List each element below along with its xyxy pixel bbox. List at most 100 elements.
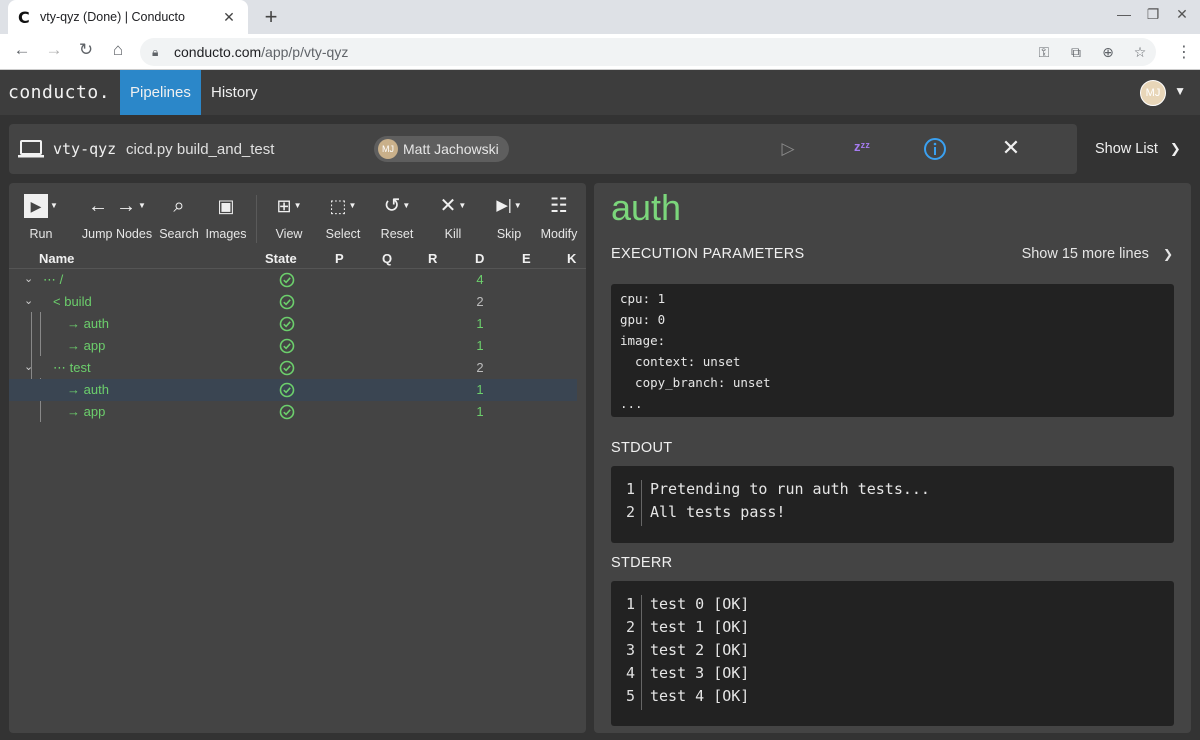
new-tab-icon[interactable]: + — [258, 4, 284, 30]
view-button[interactable]: ⊞ ▼ View — [267, 193, 311, 245]
nav-pipelines[interactable]: Pipelines — [120, 70, 201, 115]
col-q[interactable]: Q — [382, 251, 392, 266]
stderr-line: 4 test 3 [OK] — [625, 664, 750, 682]
reload-icon[interactable]: ↻ — [74, 40, 98, 60]
info-icon[interactable] — [923, 137, 947, 161]
tree-row-test-auth[interactable]: → auth 1 — [9, 379, 577, 401]
exec-params-title: EXECUTION PARAMETERS — [611, 246, 805, 262]
tree-row-test-app[interactable]: → app 1 — [9, 401, 577, 423]
serial-node-icon: ⋯ — [53, 360, 70, 375]
skip-button[interactable]: ▶| ▼ Skip — [487, 193, 531, 245]
exec-node-icon: → — [67, 404, 84, 419]
show-more-label: Show 15 more lines — [1021, 246, 1149, 262]
tree-row-build-auth[interactable]: → auth 1 — [9, 313, 577, 335]
back-icon[interactable]: ← — [10, 40, 34, 60]
pipeline-bar: vty-qyz cicd.py build_and_test MJ Matt J… — [9, 124, 1077, 174]
close-tab-icon[interactable]: ✕ — [220, 9, 238, 26]
open-external-icon[interactable]: ⧉ — [1060, 44, 1092, 61]
line-gutter — [641, 595, 642, 710]
tree-row-root[interactable]: ⌄ ⋯ / 4 — [9, 269, 577, 291]
sliders-icon: ☷ — [550, 195, 568, 217]
run-pipeline-icon[interactable]: ▷ — [773, 139, 803, 159]
pipeline-command: cicd.py build_and_test — [126, 141, 275, 158]
dropdown-caret-icon: ▼ — [50, 201, 58, 210]
nav-history[interactable]: History — [201, 70, 268, 115]
user-menu-caret-icon[interactable]: ▼ — [1174, 84, 1186, 98]
tree-row-test[interactable]: ⌄ ⋯ test 2 — [9, 357, 577, 379]
jump-back-icon: ← — [88, 195, 109, 217]
col-p[interactable]: P — [335, 251, 344, 266]
done-check-icon — [279, 382, 295, 398]
node-name: → auth — [67, 316, 109, 331]
jump-nodes-button[interactable]: ← → ▼ Jump Nodes — [77, 193, 157, 245]
dropdown-caret-icon: ▼ — [513, 201, 522, 210]
done-count: 1 — [476, 382, 484, 397]
home-icon[interactable]: ⌂ — [106, 40, 130, 60]
show-more-button[interactable]: Show 15 more lines ❯ — [1022, 246, 1173, 262]
col-state[interactable]: State — [265, 251, 297, 266]
collapse-chevron-icon[interactable]: ⌄ — [24, 360, 33, 373]
search-button[interactable]: ⌕ Search — [159, 193, 199, 245]
owner-name: Matt Jachowski — [403, 141, 499, 157]
show-list-label: Show List — [1095, 141, 1158, 157]
image-icon: ▣ — [217, 196, 235, 216]
forward-icon[interactable]: → — [42, 40, 66, 60]
col-name[interactable]: Name — [39, 251, 74, 266]
key-icon[interactable]: ⚿ — [1028, 44, 1060, 61]
modify-button[interactable]: ☷ Modify — [539, 193, 579, 245]
collapse-chevron-icon[interactable]: ⌄ — [24, 272, 33, 285]
show-list-button[interactable]: Show List ❯ — [1085, 124, 1200, 174]
param-line: cpu: 1 — [620, 291, 666, 306]
stdout-title: STDOUT — [611, 440, 673, 456]
address-bar[interactable]: 🔒︎ conducto.com/app/p/vty-qyz ⚿ ⧉ ⊕ ☆ — [140, 38, 1156, 66]
parallel-node-icon: < — [53, 294, 65, 309]
reset-icon: ↺ — [383, 195, 401, 217]
browser-tab[interactable]: C vty-qyz (Done) | Conducto ✕ — [8, 0, 248, 34]
url-text: conducto.com/app/p/vty-qyz — [174, 44, 349, 60]
modify-label: Modify — [540, 227, 578, 241]
node-name: → app — [67, 338, 106, 353]
exec-node-icon: → — [67, 316, 84, 331]
kill-button[interactable]: ✕ ▼ Kill — [431, 193, 475, 245]
conducto-logo[interactable]: conducto. — [8, 82, 110, 103]
select-button[interactable]: ⬚ ▼ Select — [321, 193, 365, 245]
bookmark-star-icon[interactable]: ☆ — [1124, 44, 1156, 61]
col-r[interactable]: R — [428, 251, 437, 266]
stdout-line: 2 All tests pass! — [625, 503, 786, 521]
images-button[interactable]: ▣ Images — [205, 193, 247, 245]
col-e[interactable]: E — [522, 251, 531, 266]
node-tree-panel: ▶ ▼ Run ← → ▼ Jump Nodes ⌕ Search ▣ Images … — [9, 183, 586, 733]
sleep-icon[interactable]: zᶻᶻ — [847, 139, 877, 154]
browser-toolbar: ← → ↻ ⌂ 🔒︎ conducto.com/app/p/vty-qyz ⚿ … — [0, 34, 1200, 70]
done-count: 2 — [476, 294, 484, 309]
line-gutter — [641, 480, 642, 526]
zoom-icon[interactable]: ⊕ — [1092, 44, 1124, 61]
dropdown-caret-icon: ▼ — [458, 201, 467, 210]
col-d[interactable]: D — [475, 251, 484, 266]
reset-button[interactable]: ↺ ▼ Reset — [375, 193, 419, 245]
stdout-line: 1 Pretending to run auth tests... — [625, 480, 930, 498]
view-label: View — [275, 227, 303, 241]
node-detail-panel: auth EXECUTION PARAMETERS Show 15 more l… — [594, 183, 1191, 733]
done-check-icon — [279, 316, 295, 332]
done-check-icon — [279, 404, 295, 420]
exec-params-box: cpu: 1 gpu: 0 image: context: unset copy… — [611, 284, 1174, 417]
browser-menu-icon[interactable]: ⋮ — [1176, 42, 1192, 62]
kill-icon: ✕ — [439, 195, 457, 217]
run-button[interactable]: ▶ ▼ Run — [21, 193, 61, 245]
close-window-icon[interactable]: ✕ — [1172, 6, 1192, 23]
chevron-right-icon: ❯ — [1169, 141, 1181, 156]
close-pipeline-icon[interactable]: ✕ — [996, 135, 1026, 161]
collapse-chevron-icon[interactable]: ⌄ — [24, 294, 33, 307]
dropdown-caret-icon: ▼ — [348, 201, 357, 210]
restore-icon[interactable]: ❐ — [1143, 6, 1163, 23]
tree-row-build-app[interactable]: → app 1 — [9, 335, 577, 357]
minimize-icon[interactable]: — — [1114, 6, 1134, 22]
stderr-line: 5 test 4 [OK] — [625, 687, 750, 705]
user-avatar[interactable]: MJ — [1140, 80, 1166, 106]
col-k[interactable]: K — [567, 251, 576, 266]
play-icon: ▶ — [24, 194, 49, 218]
tree-row-build[interactable]: ⌄ < build 2 — [9, 291, 577, 313]
param-line: gpu: 0 — [620, 312, 666, 327]
tree-header: Name State P Q R D E K — [9, 249, 586, 269]
